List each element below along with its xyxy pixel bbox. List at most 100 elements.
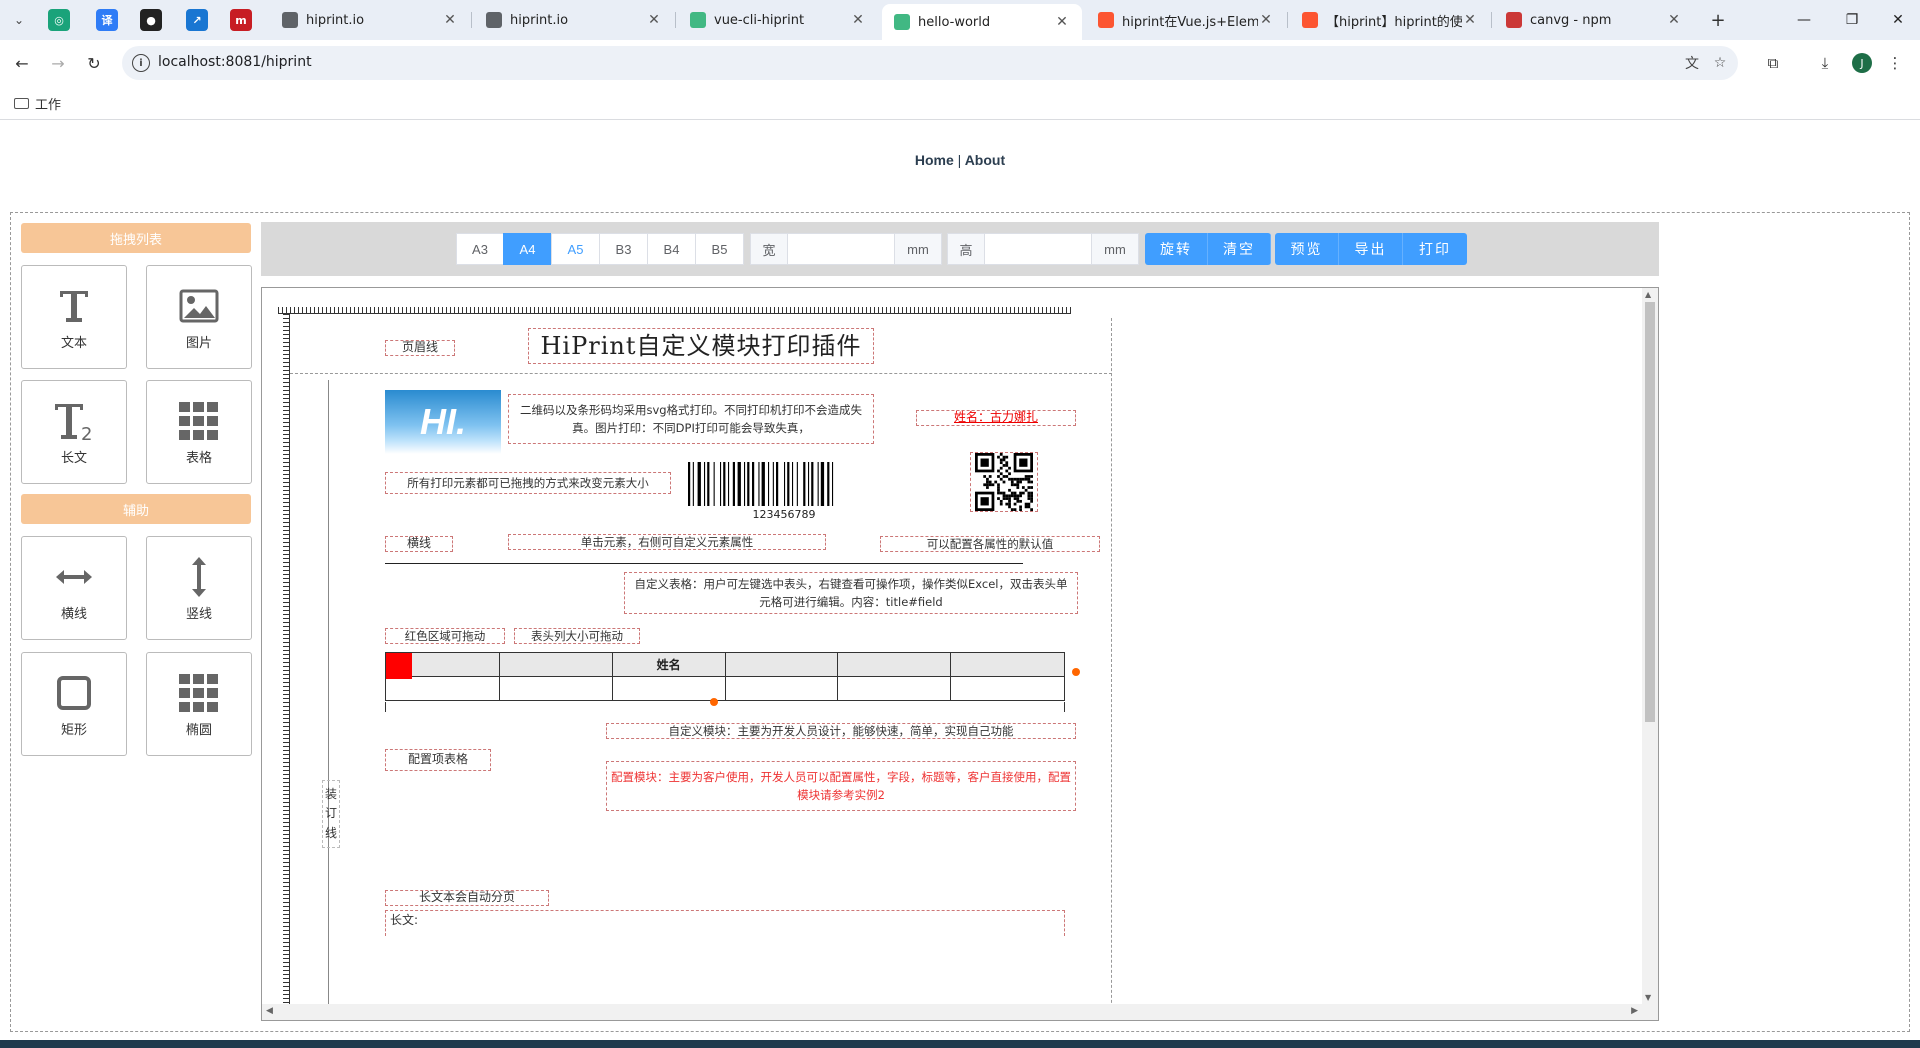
browser-tab[interactable]: hello-world ✕ <box>882 4 1082 40</box>
tab-search-chevron-icon[interactable]: ⌄ <box>8 9 30 31</box>
default-value-note[interactable]: 可以配置各属性的默认值 <box>880 536 1100 552</box>
table-resize-handle-bottom[interactable] <box>710 698 718 706</box>
print-paper[interactable]: 页眉线 HiPrint自定义模块打印插件 装 订 线 HI. 二维码以及条形码均… <box>290 318 1112 1020</box>
header-line-label[interactable]: 页眉线 <box>385 340 455 356</box>
table-header-cell[interactable] <box>837 652 952 677</box>
tool-table[interactable]: 表格 <box>146 380 252 484</box>
new-tab-plus-icon[interactable]: + <box>1706 8 1730 32</box>
tab-close-icon[interactable]: ✕ <box>1462 12 1478 28</box>
size-a5-button[interactable]: A5 <box>551 233 600 265</box>
tool-ellipse[interactable]: 椭圆 <box>146 652 252 756</box>
close-window-icon[interactable]: ✕ <box>1878 6 1918 34</box>
longtext-paging-note[interactable]: 长文本会自动分页 <box>385 890 549 906</box>
red-area-note[interactable]: 红色区域可拖动 <box>385 628 505 644</box>
github-icon[interactable]: ● <box>140 9 162 31</box>
table-header-cell[interactable] <box>498 652 613 677</box>
name-field[interactable]: 姓名：古力娜扎 <box>916 410 1076 426</box>
qrcode[interactable] <box>970 452 1038 512</box>
svg-print-note[interactable]: 二维码以及条形码均采用svg格式打印。不同打印机打印不会造成失真。图片打印：不同… <box>508 394 874 444</box>
bookmark-star-icon[interactable]: ☆ <box>1710 54 1730 72</box>
column-resize-note[interactable]: 表头列大小可拖动 <box>514 628 640 644</box>
scroll-up-icon[interactable]: ▲ <box>1645 290 1651 299</box>
profile-avatar[interactable]: J <box>1852 53 1872 73</box>
table-header-cell[interactable] <box>950 652 1065 677</box>
scroll-down-icon[interactable]: ▼ <box>1645 993 1651 1002</box>
table-header-row[interactable]: 姓名 <box>385 652 1065 679</box>
canvas-horizontal-scrollbar[interactable]: ◀ ▶ <box>262 1004 1658 1020</box>
table-header-cell[interactable] <box>724 652 839 677</box>
longtext-element[interactable]: 长文: <box>385 910 1065 936</box>
translate-page-icon[interactable]: 文 <box>1682 54 1702 72</box>
browser-tab[interactable]: canvg - npm ✕ <box>1494 4 1694 36</box>
forward-arrow-icon[interactable]: → <box>46 51 70 75</box>
custom-table[interactable]: 姓名 <box>385 652 1065 701</box>
barcode[interactable]: 123456789 <box>686 462 882 522</box>
print-button[interactable]: 打印 <box>1403 233 1467 265</box>
share-icon[interactable]: ↗ <box>186 9 208 31</box>
size-b4-button[interactable]: B4 <box>647 233 696 265</box>
tool-image[interactable]: 图片 <box>146 265 252 369</box>
url-text[interactable]: localhost:8081/hiprint <box>158 54 312 70</box>
browser-tab[interactable]: vue-cli-hiprint ✕ <box>678 4 878 36</box>
minimize-icon[interactable]: — <box>1784 6 1824 34</box>
export-button[interactable]: 导出 <box>1339 233 1403 265</box>
restore-icon[interactable]: ❐ <box>1832 6 1872 34</box>
translate-icon[interactable]: 译 <box>96 9 118 31</box>
scroll-right-icon[interactable]: ▶ <box>1631 1006 1638 1016</box>
size-a3-button[interactable]: A3 <box>456 233 504 265</box>
gitee-icon[interactable]: m <box>230 9 252 31</box>
click-element-note[interactable]: 单击元素，右侧可自定义元素属性 <box>508 534 826 550</box>
width-input[interactable] <box>787 233 895 265</box>
hline-label[interactable]: 横线 <box>385 536 453 552</box>
browser-tab[interactable]: 【hiprint】hiprint的使用 ✕ <box>1290 4 1490 36</box>
size-b3-button[interactable]: B3 <box>599 233 648 265</box>
scroll-left-icon[interactable]: ◀ <box>266 1006 273 1016</box>
tab-close-icon[interactable]: ✕ <box>1258 12 1274 28</box>
table-resize-handle-right[interactable] <box>1072 668 1080 676</box>
download-icon[interactable]: ⤓ <box>1814 52 1836 74</box>
browser-tab[interactable]: hiprint在Vue.js+Elemen✕ <box>1086 4 1286 36</box>
tool-longtext[interactable]: 2 长文 <box>21 380 127 484</box>
vertical-scroll-thumb[interactable] <box>1645 302 1655 722</box>
height-input[interactable] <box>984 233 1092 265</box>
tab-close-icon[interactable]: ✕ <box>850 12 866 28</box>
bookmark-folder-work[interactable]: 工作 <box>14 94 61 113</box>
address-bar[interactable]: i localhost:8081/hiprint 文 ☆ <box>122 46 1738 80</box>
browser-tab[interactable]: hiprint.io ✕ <box>270 4 470 36</box>
tool-text[interactable]: 文本 <box>21 265 127 369</box>
custom-module-note[interactable]: 自定义模块：主要为开发人员设计，能够快速，简单，实现自己功能 <box>606 723 1076 739</box>
template-title[interactable]: HiPrint自定义模块打印插件 <box>528 328 874 364</box>
table-header-name[interactable]: 姓名 <box>611 652 726 677</box>
custom-table-note[interactable]: 自定义表格：用户可左键选中表头，右键查看可操作项，操作类似Excel，双击表头单… <box>624 572 1078 614</box>
preview-button[interactable]: 预览 <box>1275 233 1339 265</box>
tab-close-icon[interactable]: ✕ <box>442 12 458 28</box>
browser-tab[interactable]: hiprint.io ✕ <box>474 4 674 36</box>
sample-image[interactable]: HI. <box>385 390 501 454</box>
openai-icon[interactable]: ◎ <box>48 9 70 31</box>
size-a4-button[interactable]: A4 <box>503 233 552 265</box>
table-header-cell[interactable] <box>385 652 500 679</box>
binding-line-label[interactable]: 装 订 线 <box>322 780 340 848</box>
extensions-puzzle-icon[interactable]: ⧉ <box>1762 52 1784 74</box>
reload-icon[interactable]: ↻ <box>82 51 106 75</box>
tab-close-icon[interactable]: ✕ <box>1666 12 1682 28</box>
back-arrow-icon[interactable]: ← <box>10 51 34 75</box>
nav-home-link[interactable]: Home <box>915 152 954 168</box>
rotate-button[interactable]: 旋转 <box>1145 233 1208 265</box>
design-canvas[interactable]: 页眉线 HiPrint自定义模块打印插件 装 订 线 HI. 二维码以及条形码均… <box>261 287 1659 1021</box>
site-info-icon[interactable]: i <box>132 54 150 72</box>
config-table-label[interactable]: 配置项表格 <box>385 749 491 771</box>
tab-close-icon[interactable]: ✕ <box>646 12 662 28</box>
tab-close-icon[interactable]: ✕ <box>1054 14 1070 30</box>
config-module-note[interactable]: 配置模块：主要为客户使用，开发人员可以配置属性，字段，标题等，客户直接使用，配置… <box>606 761 1076 811</box>
nav-about-link[interactable]: About <box>965 152 1005 168</box>
sample-hline[interactable] <box>385 563 1023 564</box>
clear-button[interactable]: 清空 <box>1208 233 1271 265</box>
tool-hline[interactable]: 横线 <box>21 536 127 640</box>
browser-menu-kebab-icon[interactable]: ⋮ <box>1884 52 1906 74</box>
tool-vline[interactable]: 竖线 <box>146 536 252 640</box>
drag-resize-note[interactable]: 所有打印元素都可已拖拽的方式来改变元素大小 <box>385 472 671 494</box>
table-drag-handle[interactable] <box>386 653 412 679</box>
canvas-vertical-scrollbar[interactable]: ▲ ▼ <box>1642 288 1658 1020</box>
size-b5-button[interactable]: B5 <box>695 233 744 265</box>
